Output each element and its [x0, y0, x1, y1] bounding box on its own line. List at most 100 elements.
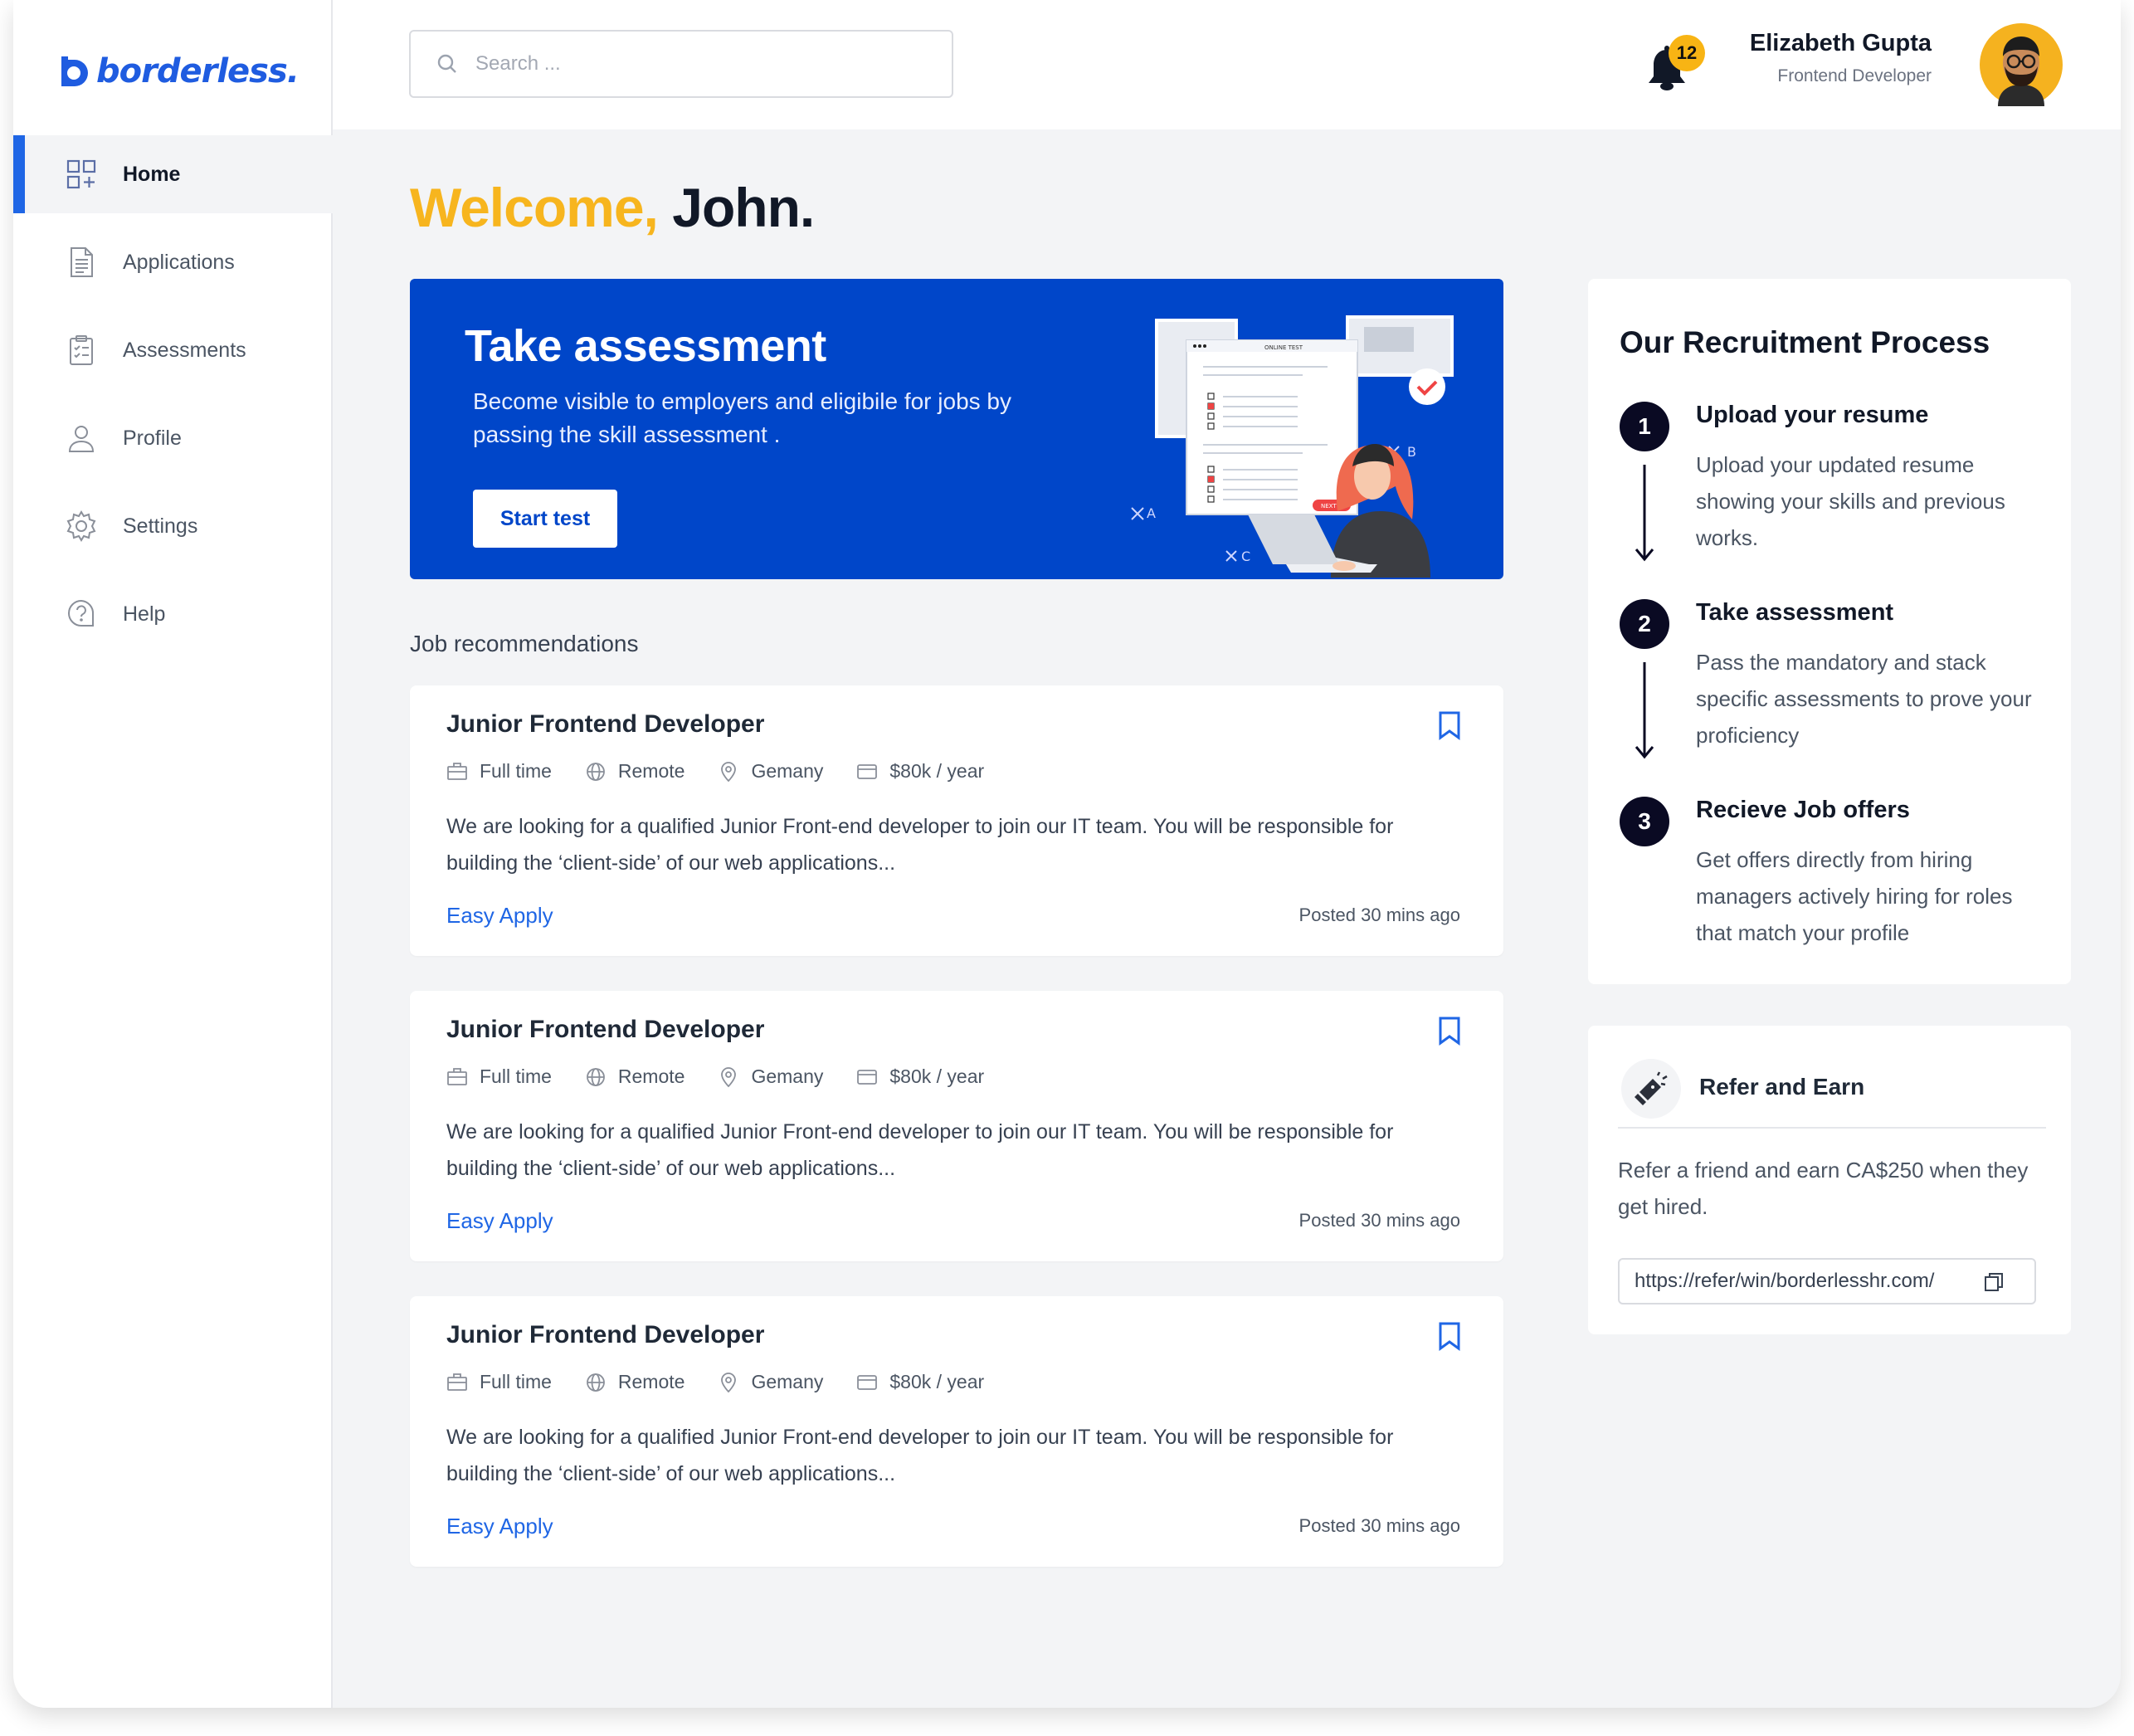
sidebar-item-help[interactable]: Help — [13, 575, 333, 653]
job-salary-label: $80k / year — [889, 1371, 985, 1392]
avatar-image — [1980, 23, 2063, 106]
sidebar-item-assessments[interactable]: Assessments — [13, 311, 333, 389]
card-icon — [857, 763, 878, 779]
briefcase-icon — [447, 762, 467, 780]
grid-icon — [65, 158, 98, 191]
illustration-option-a: A — [1147, 505, 1156, 521]
job-location: Gemany — [718, 760, 823, 783]
welcome-heading: Welcome, John. — [410, 176, 815, 239]
globe-icon — [587, 762, 605, 781]
globe-icon — [587, 1373, 605, 1392]
process-title: Our Recruitment Process — [1620, 325, 1990, 359]
start-test-button[interactable]: Start test — [473, 490, 617, 548]
gear-icon — [65, 510, 98, 543]
user-icon — [65, 422, 98, 455]
arrow-down-icon — [1635, 662, 1654, 759]
referral-link-field — [1618, 1258, 2036, 1304]
illustration-option-c: C — [1241, 549, 1250, 564]
sidebar-item-applications[interactable]: Applications — [13, 223, 333, 301]
job-salary-label: $80k / year — [889, 760, 985, 782]
job-salary-label: $80k / year — [889, 1065, 985, 1087]
easy-apply-link[interactable]: Easy Apply — [446, 903, 553, 929]
job-mode: Remote — [585, 760, 685, 783]
location-pin-icon — [721, 1066, 737, 1087]
job-mode: Remote — [585, 1065, 685, 1088]
card-icon — [857, 1069, 878, 1085]
brand-logo[interactable]: borderless. — [56, 50, 300, 93]
job-description: We are looking for a qualified Junior Fr… — [446, 815, 1394, 875]
illustration-test-label: ONLINE TEST — [1264, 344, 1303, 351]
step-number: 3 — [1620, 797, 1669, 846]
step-description: Get offers directly from hiring managers… — [1696, 847, 2013, 945]
location-pin-icon — [721, 1372, 737, 1392]
top-bar: 12 Elizabeth Gupta Frontend Developer — [333, 0, 2121, 129]
job-meta: Full time Remote Gemany $80k / year — [446, 1065, 984, 1088]
job-salary: $80k / year — [856, 1371, 984, 1393]
search-icon — [437, 54, 456, 73]
divider — [1618, 1127, 2046, 1129]
job-card[interactable]: Junior Frontend Developer Full time Remo… — [410, 1296, 1503, 1567]
location-pin-icon — [721, 761, 737, 782]
posted-time: Posted 30 mins ago — [1298, 905, 1460, 925]
job-description: We are looking for a qualified Junior Fr… — [446, 1120, 1394, 1180]
step-description: Pass the mandatory and stack specific as… — [1696, 650, 2032, 748]
job-meta: Full time Remote Gemany $80k / year — [446, 1371, 984, 1393]
avatar[interactable] — [1980, 23, 2063, 106]
bookmark-icon[interactable] — [1437, 710, 1462, 740]
job-card[interactable]: Junior Frontend Developer Full time Remo… — [410, 991, 1503, 1261]
job-location-label: Gemany — [751, 760, 824, 782]
sidebar: borderless. Home Applications Assessment… — [13, 0, 333, 1708]
sidebar-item-label: Assessments — [123, 338, 246, 362]
job-salary: $80k / year — [856, 760, 984, 783]
app-window: borderless. Home Applications Assessment… — [13, 0, 2121, 1708]
sidebar-item-settings[interactable]: Settings — [13, 487, 333, 565]
card-icon — [857, 1374, 878, 1390]
assessment-banner: Take assessment Become visible to employ… — [410, 279, 1503, 579]
banner-description: Become visible to employers and eligibil… — [473, 388, 1011, 447]
assessment-illustration: ONLINE TEST NEXT A B C — [1131, 315, 1454, 578]
job-description: We are looking for a qualified Junior Fr… — [446, 1426, 1394, 1485]
job-type-label: Full time — [480, 760, 552, 782]
step-title: Recieve Job offers — [1696, 797, 1910, 823]
banner-title: Take assessment — [465, 321, 826, 371]
sidebar-item-label: Settings — [123, 514, 198, 538]
posted-time: Posted 30 mins ago — [1298, 1210, 1460, 1231]
copy-icon[interactable] — [1983, 1271, 2005, 1293]
referral-link-input[interactable] — [1635, 1270, 1983, 1293]
job-type: Full time — [446, 1065, 552, 1088]
illustration-next-label: NEXT — [1321, 503, 1337, 510]
arrow-down-icon — [1635, 465, 1654, 562]
bookmark-icon[interactable] — [1437, 1321, 1462, 1351]
sidebar-item-label: Help — [123, 602, 166, 626]
job-type: Full time — [446, 1371, 552, 1393]
posted-time: Posted 30 mins ago — [1298, 1515, 1460, 1536]
step-title: Upload your resume — [1696, 402, 1929, 428]
briefcase-icon — [447, 1373, 467, 1391]
easy-apply-link[interactable]: Easy Apply — [446, 1514, 553, 1539]
sidebar-item-home[interactable]: Home — [13, 135, 333, 213]
globe-icon — [587, 1067, 605, 1086]
search-box — [409, 30, 953, 98]
notifications-button[interactable]: 12 — [1644, 35, 1705, 100]
job-card[interactable]: Junior Frontend Developer Full time Remo… — [410, 685, 1503, 956]
step-number: 2 — [1620, 599, 1669, 649]
welcome-name: John. — [672, 177, 815, 238]
job-location-label: Gemany — [751, 1371, 824, 1392]
bookmark-icon[interactable] — [1437, 1016, 1462, 1046]
job-mode-label: Remote — [617, 1371, 685, 1392]
job-salary: $80k / year — [856, 1065, 984, 1088]
job-title: Junior Frontend Developer — [446, 1321, 765, 1348]
step-number: 1 — [1620, 402, 1669, 451]
job-location-label: Gemany — [751, 1065, 824, 1087]
job-type-label: Full time — [480, 1065, 552, 1087]
briefcase-icon — [447, 1067, 467, 1085]
search-input[interactable] — [475, 52, 923, 76]
refer-title: Refer and Earn — [1699, 1074, 1865, 1100]
user-role: Frontend Developer — [1777, 66, 1932, 85]
brand-name: borderless. — [96, 52, 300, 90]
sidebar-item-label: Home — [123, 162, 181, 186]
sidebar-item-profile[interactable]: Profile — [13, 399, 333, 477]
job-meta: Full time Remote Gemany $80k / year — [446, 760, 984, 783]
job-title: Junior Frontend Developer — [446, 1016, 765, 1043]
easy-apply-link[interactable]: Easy Apply — [446, 1208, 553, 1234]
